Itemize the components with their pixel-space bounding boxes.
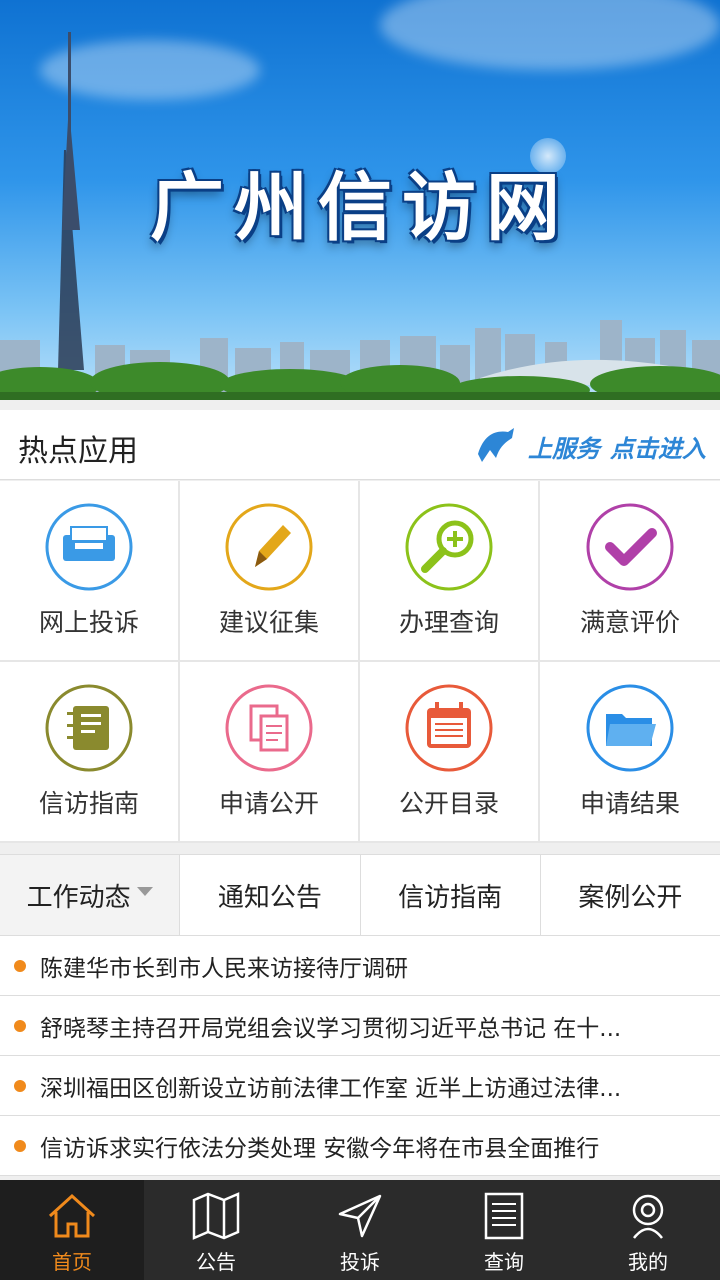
user-icon xyxy=(632,1194,664,1239)
app-suggestion-collect[interactable]: 建议征集 xyxy=(180,481,360,662)
horse-logo-icon xyxy=(478,428,514,462)
home-icon xyxy=(48,1193,96,1238)
site-title: 广州信访网 xyxy=(150,165,570,251)
send-icon xyxy=(338,1194,382,1238)
app-process-query[interactable]: 办理查询 xyxy=(360,481,540,662)
service-text: 上服务 xyxy=(528,434,600,463)
checkmark-icon xyxy=(586,503,674,591)
bullet-icon xyxy=(14,1079,26,1092)
calendar-list-icon xyxy=(405,684,493,772)
app-label: 网上投诉 xyxy=(38,608,139,637)
chevron-down-icon xyxy=(136,886,153,896)
map-icon xyxy=(192,1192,240,1240)
app-label: 满意评价 xyxy=(579,608,680,637)
tab-label: 案例公开 xyxy=(578,882,683,913)
bottom-navigation: 首页 公告 投诉 查询 我的 xyxy=(0,1180,720,1280)
online-service-link[interactable]: 上服务 点击进入 xyxy=(474,424,706,468)
app-public-catalog[interactable]: 公开目录 xyxy=(360,662,540,843)
news-item[interactable]: 信访诉求实行依法分类处理 安徽今年将在市县全面推行 xyxy=(0,1116,720,1176)
document-icon xyxy=(484,1192,524,1240)
pencil-icon xyxy=(225,503,313,591)
nav-query[interactable]: 查询 xyxy=(432,1180,576,1280)
nav-home[interactable]: 首页 xyxy=(0,1180,144,1280)
app-label: 申请结果 xyxy=(579,789,680,818)
hot-apps-grid: 网上投诉 建议征集 办理查询 满意评价 信访指南 申请公开 公开目录 申请结果 xyxy=(0,481,720,843)
app-petition-guide[interactable]: 信访指南 xyxy=(0,662,180,843)
tab-notice[interactable]: 通知公告 xyxy=(180,855,361,935)
news-item[interactable]: 深圳福田区创新设立访前法律工作室 近半上访通过法律... xyxy=(0,1056,720,1116)
news-tabs: 工作动态 通知公告 信访指南 案例公开 xyxy=(0,854,720,936)
app-label: 申请公开 xyxy=(218,789,319,818)
app-online-complaint[interactable]: 网上投诉 xyxy=(0,481,180,662)
nav-label: 我的 xyxy=(628,1250,668,1274)
news-title: 陈建华市长到市人民来访接待厅调研 xyxy=(40,955,408,982)
app-label: 信访指南 xyxy=(38,789,139,818)
app-satisfaction-rating[interactable]: 满意评价 xyxy=(540,481,720,662)
nav-label: 首页 xyxy=(52,1250,92,1274)
app-label: 办理查询 xyxy=(398,608,499,637)
news-title: 深圳福田区创新设立访前法律工作室 近半上访通过法律... xyxy=(40,1075,622,1102)
enter-text: 点击进入 xyxy=(610,434,706,463)
magnifier-icon xyxy=(405,503,493,591)
nav-label: 公告 xyxy=(196,1250,236,1274)
app-apply-disclosure[interactable]: 申请公开 xyxy=(180,662,360,843)
hot-apps-header: 热点应用 上服务 点击进入 xyxy=(0,410,720,480)
app-apply-result[interactable]: 申请结果 xyxy=(540,662,720,843)
news-title: 舒晓琴主持召开局党组会议学习贯彻习近平总书记 在十... xyxy=(40,1015,622,1042)
tab-case-disclosure[interactable]: 案例公开 xyxy=(541,855,720,935)
tab-work-news[interactable]: 工作动态 xyxy=(0,855,181,935)
nav-label: 投诉 xyxy=(340,1250,380,1274)
header-banner: 广州信访网 xyxy=(0,0,720,400)
tab-label: 信访指南 xyxy=(398,882,503,913)
news-title: 信访诉求实行依法分类处理 安徽今年将在市县全面推行 xyxy=(40,1135,600,1162)
documents-icon xyxy=(225,684,313,772)
folder-icon xyxy=(586,684,674,772)
nav-mine[interactable]: 我的 xyxy=(576,1180,720,1280)
app-label: 建议征集 xyxy=(218,608,319,637)
nav-complaint[interactable]: 投诉 xyxy=(288,1180,432,1280)
news-item[interactable]: 舒晓琴主持召开局党组会议学习贯彻习近平总书记 在十... xyxy=(0,996,720,1056)
app-label: 公开目录 xyxy=(398,789,499,818)
bullet-icon xyxy=(14,959,26,972)
tab-label: 通知公告 xyxy=(217,882,322,913)
hot-apps-label: 热点应用 xyxy=(18,434,138,469)
bullet-icon xyxy=(14,1139,26,1152)
nav-label: 查询 xyxy=(484,1250,524,1274)
nav-notice[interactable]: 公告 xyxy=(144,1180,288,1280)
inbox-icon xyxy=(45,503,133,591)
news-list: 陈建华市长到市人民来访接待厅调研 舒晓琴主持召开局党组会议学习贯彻习近平总书记 … xyxy=(0,936,720,1176)
news-item[interactable]: 陈建华市长到市人民来访接待厅调研 xyxy=(0,936,720,996)
notebook-icon xyxy=(45,684,133,772)
tab-label: 工作动态 xyxy=(26,882,131,913)
tab-petition-guide[interactable]: 信访指南 xyxy=(361,855,541,935)
bullet-icon xyxy=(14,1019,26,1032)
